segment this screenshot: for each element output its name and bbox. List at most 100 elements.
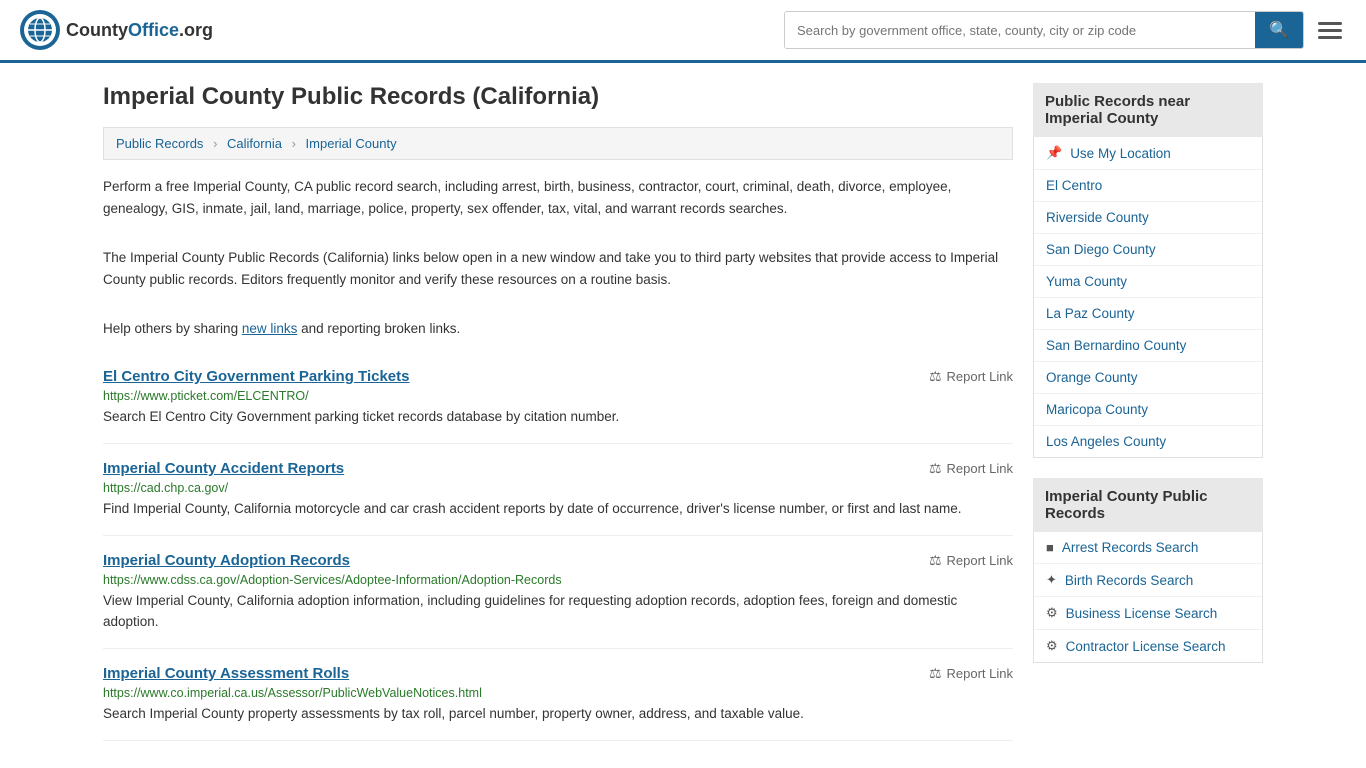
nearby-list-item: San Diego County [1034, 234, 1262, 266]
record-item: Imperial County Assessment Rolls ⚖ Repor… [103, 649, 1013, 741]
nearby-link-0[interactable]: 📌Use My Location [1034, 137, 1262, 169]
records-link-label-1: Birth Records Search [1065, 573, 1193, 588]
record-header: Imperial County Adoption Records ⚖ Repor… [103, 552, 1013, 569]
search-bar: 🔍 [784, 11, 1304, 49]
nearby-link-label-2: Riverside County [1046, 210, 1149, 225]
new-links-link[interactable]: new links [242, 321, 298, 336]
records-link-item: ■ Arrest Records Search [1034, 532, 1262, 564]
nearby-list-item: La Paz County [1034, 298, 1262, 330]
record-url-1: https://cad.chp.ca.gov/ [103, 481, 1013, 495]
report-link-label-3: Report Link [947, 666, 1013, 681]
nearby-link-7[interactable]: Orange County [1034, 362, 1262, 393]
report-icon-2: ⚖ [929, 552, 942, 569]
breadcrumb-imperial-county[interactable]: Imperial County [306, 136, 397, 151]
breadcrumb-sep-2: › [292, 136, 296, 151]
nearby-link-5[interactable]: La Paz County [1034, 298, 1262, 329]
report-icon-0: ⚖ [929, 368, 942, 385]
sidebar: Public Records near Imperial County 📌Use… [1033, 83, 1263, 741]
nearby-section: Public Records near Imperial County 📌Use… [1033, 83, 1263, 458]
record-desc-2: View Imperial County, California adoptio… [103, 591, 1013, 632]
site-header: CountyOffice.org 🔍 [0, 0, 1366, 63]
records-link-2[interactable]: ⚙ Business License Search [1034, 597, 1262, 629]
hamburger-line-2 [1318, 29, 1342, 32]
nearby-link-label-3: San Diego County [1046, 242, 1156, 257]
nearby-link-label-8: Maricopa County [1046, 402, 1148, 417]
report-link-1[interactable]: ⚖ Report Link [929, 460, 1013, 477]
search-button[interactable]: 🔍 [1255, 12, 1303, 48]
records-link-1[interactable]: ✦ Birth Records Search [1034, 564, 1262, 596]
site-logo-icon [20, 10, 60, 50]
nearby-link-label-7: Orange County [1046, 370, 1138, 385]
record-item: Imperial County Accident Reports ⚖ Repor… [103, 444, 1013, 536]
record-url-0: https://www.pticket.com/ELCENTRO/ [103, 389, 1013, 403]
nearby-link-4[interactable]: Yuma County [1034, 266, 1262, 297]
description-para1: Perform a free Imperial County, CA publi… [103, 176, 1013, 219]
record-title-1[interactable]: Imperial County Accident Reports [103, 460, 344, 477]
record-header: El Centro City Government Parking Ticket… [103, 368, 1013, 385]
nearby-list-item: Yuma County [1034, 266, 1262, 298]
nearby-link-label-6: San Bernardino County [1046, 338, 1186, 353]
nearby-link-1[interactable]: El Centro [1034, 170, 1262, 201]
main-content: Imperial County Public Records (Californ… [103, 83, 1013, 741]
logo-area: CountyOffice.org [20, 10, 213, 50]
nearby-link-label-4: Yuma County [1046, 274, 1127, 289]
gear-icon-3: ⚙ [1046, 638, 1058, 654]
record-desc-0: Search El Centro City Government parking… [103, 407, 1013, 427]
report-link-label-2: Report Link [947, 553, 1013, 568]
description-para3-pre: Help others by sharing [103, 321, 242, 336]
breadcrumb-california[interactable]: California [227, 136, 282, 151]
nearby-link-label-5: La Paz County [1046, 306, 1135, 321]
nearby-list-item: Riverside County [1034, 202, 1262, 234]
report-link-label-0: Report Link [947, 369, 1013, 384]
nearby-link-label-0: Use My Location [1070, 146, 1171, 161]
nearby-section-header: Public Records near Imperial County [1033, 83, 1263, 137]
hamburger-menu-button[interactable] [1314, 18, 1346, 43]
record-item: Imperial County Adoption Records ⚖ Repor… [103, 536, 1013, 649]
records-list: El Centro City Government Parking Ticket… [103, 352, 1013, 741]
report-icon-1: ⚖ [929, 460, 942, 477]
record-title-2[interactable]: Imperial County Adoption Records [103, 552, 350, 569]
page-title: Imperial County Public Records (Californ… [103, 83, 1013, 111]
nearby-list-item: 📌Use My Location [1034, 137, 1262, 170]
records-link-item: ⚙ Business License Search [1034, 597, 1262, 630]
report-link-3[interactable]: ⚖ Report Link [929, 665, 1013, 682]
records-links-list: ■ Arrest Records Search ✦ Birth Records … [1033, 532, 1263, 663]
nearby-list: 📌Use My Location El Centro Riverside Count… [1033, 137, 1263, 458]
nearby-link-2[interactable]: Riverside County [1034, 202, 1262, 233]
nearby-link-8[interactable]: Maricopa County [1034, 394, 1262, 425]
records-section: Imperial County Public Records ■ Arrest … [1033, 478, 1263, 663]
report-link-label-1: Report Link [947, 461, 1013, 476]
records-link-label-3: Contractor License Search [1066, 639, 1226, 654]
record-title-0[interactable]: El Centro City Government Parking Ticket… [103, 368, 409, 385]
nearby-list-item: Maricopa County [1034, 394, 1262, 426]
nearby-list-item: Los Angeles County [1034, 426, 1262, 457]
records-link-0[interactable]: ■ Arrest Records Search [1034, 532, 1262, 563]
hamburger-line-1 [1318, 22, 1342, 25]
gear-icon-2: ⚙ [1046, 605, 1058, 621]
breadcrumb-public-records[interactable]: Public Records [116, 136, 203, 151]
nearby-link-9[interactable]: Los Angeles County [1034, 426, 1262, 457]
record-title-3[interactable]: Imperial County Assessment Rolls [103, 665, 349, 682]
logo-text: CountyOffice.org [66, 20, 213, 41]
record-url-2: https://www.cdss.ca.gov/Adoption-Service… [103, 573, 1013, 587]
nearby-link-label-1: El Centro [1046, 178, 1102, 193]
record-header: Imperial County Assessment Rolls ⚖ Repor… [103, 665, 1013, 682]
records-link-item: ⚙ Contractor License Search [1034, 630, 1262, 662]
main-container: Imperial County Public Records (Californ… [83, 63, 1283, 761]
report-link-2[interactable]: ⚖ Report Link [929, 552, 1013, 569]
nearby-list-item: El Centro [1034, 170, 1262, 202]
nearby-link-6[interactable]: San Bernardino County [1034, 330, 1262, 361]
description-para3: Help others by sharing new links and rep… [103, 318, 1013, 340]
search-input[interactable] [785, 12, 1255, 48]
records-section-header: Imperial County Public Records [1033, 478, 1263, 532]
nearby-link-3[interactable]: San Diego County [1034, 234, 1262, 265]
nearby-list-item: San Bernardino County [1034, 330, 1262, 362]
report-icon-3: ⚖ [929, 665, 942, 682]
square-icon-0: ■ [1046, 540, 1054, 555]
nearby-link-label-9: Los Angeles County [1046, 434, 1166, 449]
records-link-3[interactable]: ⚙ Contractor License Search [1034, 630, 1262, 662]
header-right: 🔍 [784, 11, 1346, 49]
report-link-0[interactable]: ⚖ Report Link [929, 368, 1013, 385]
record-item: El Centro City Government Parking Ticket… [103, 352, 1013, 444]
record-url-3: https://www.co.imperial.ca.us/Assessor/P… [103, 686, 1013, 700]
